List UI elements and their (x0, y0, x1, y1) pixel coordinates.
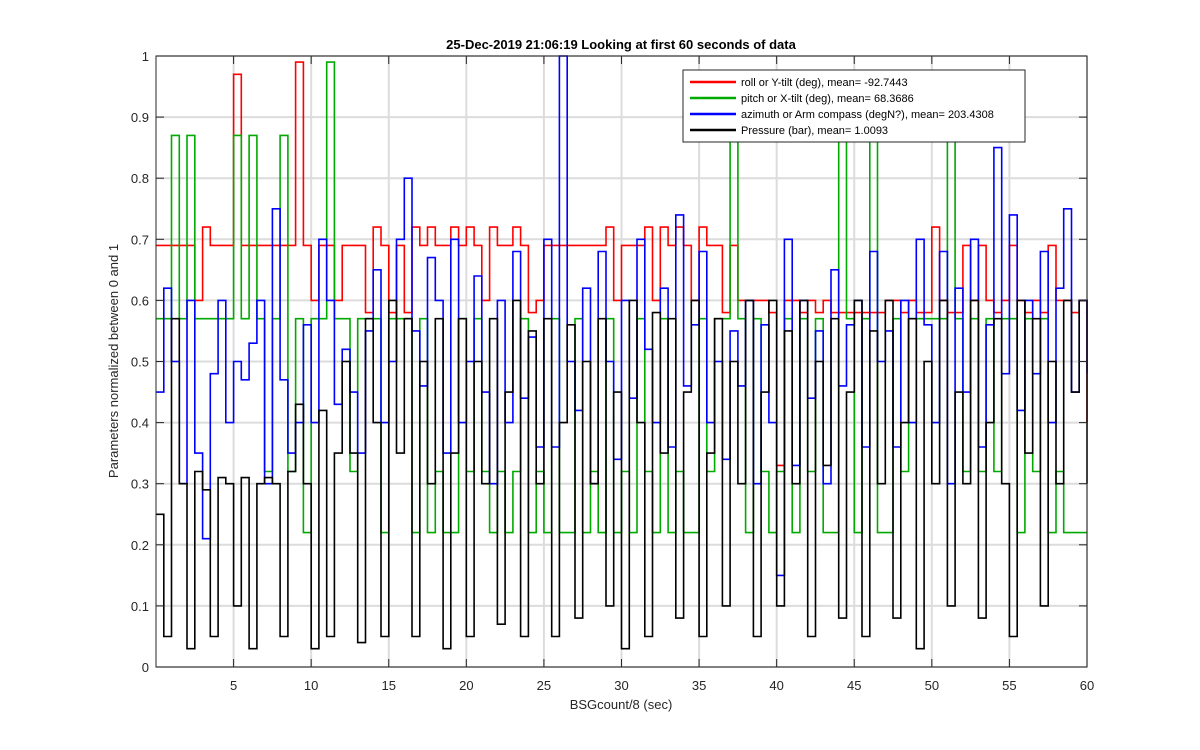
y-tick-label: 0.9 (131, 110, 149, 125)
y-tick-label: 0.7 (131, 232, 149, 247)
y-tick-label: 0.4 (131, 416, 149, 431)
x-tick-label: 30 (614, 678, 628, 693)
legend: roll or Y-tilt (deg), mean= -92.7443 pitc… (682, 69, 1026, 143)
x-tick-label: 55 (1002, 678, 1016, 693)
x-tick-label: 40 (769, 678, 783, 693)
x-tick-label: 25 (537, 678, 551, 693)
x-axis-label: BSGcount/8 (sec) (570, 697, 673, 712)
y-tick-label: 0.5 (131, 355, 149, 370)
x-tick-label: 20 (459, 678, 473, 693)
legend-label-2: pitch or X-tilt (deg), mean= 68.3686 (741, 93, 914, 105)
x-tick-label: 60 (1080, 678, 1094, 693)
y-tick-label: 0.6 (131, 293, 149, 308)
chart-title: 25-Dec-2019 21:06:19 Looking at first 60… (446, 37, 796, 52)
y-tick-label: 0.8 (131, 171, 149, 186)
x-tick-label: 10 (304, 678, 318, 693)
y-tick-label: 0 (142, 660, 149, 675)
x-tick-label: 35 (692, 678, 706, 693)
y-tick-label: 0.2 (131, 538, 149, 553)
legend-label-4: Pressure (bar), mean= 1.0093 (741, 125, 888, 137)
y-axis-label: Parameters normalized between 0 and 1 (106, 244, 121, 478)
y-tick-label: 1 (142, 49, 149, 64)
chart: 5 10 15 20 25 30 35 40 45 50 55 60 0 0.1 0.2 0.3 0.4 0.5 0… (0, 0, 1200, 750)
x-tick-label: 45 (847, 678, 861, 693)
y-tick-label: 0.1 (131, 599, 149, 614)
y-tick-label: 0.3 (131, 477, 149, 492)
x-tick-label: 5 (230, 678, 237, 693)
x-tick-label: 50 (925, 678, 939, 693)
x-tick-label: 15 (382, 678, 396, 693)
legend-label-1: roll or Y-tilt (deg), mean= -92.7443 (741, 77, 908, 89)
legend-label-3: azimuth or Arm compass (degN?), mean= 20… (741, 109, 994, 121)
